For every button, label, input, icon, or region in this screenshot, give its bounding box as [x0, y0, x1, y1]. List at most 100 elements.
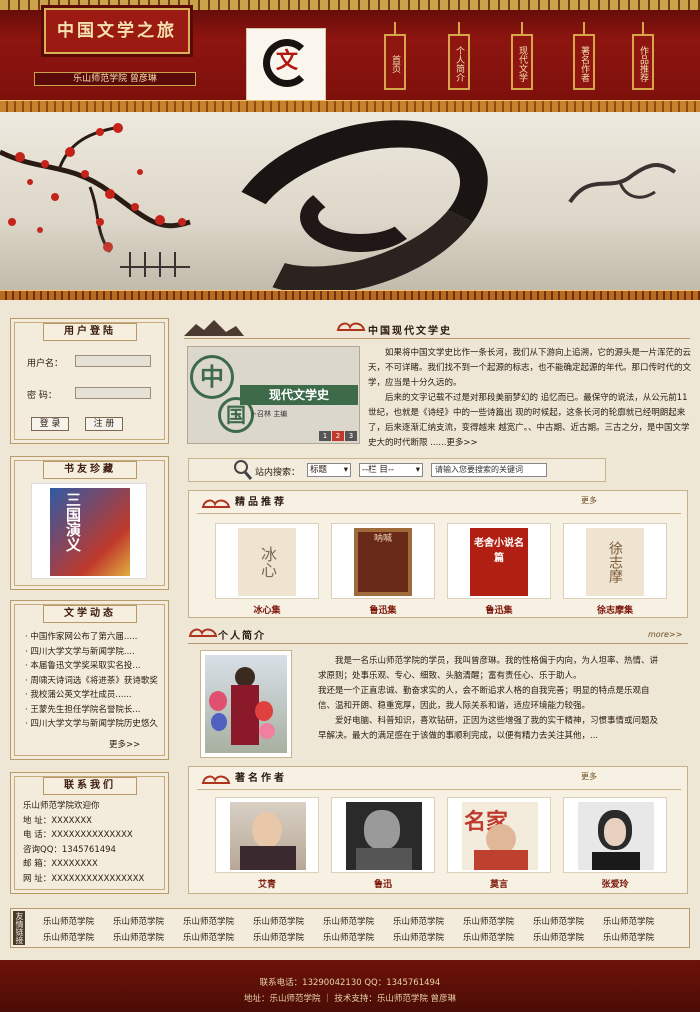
- profile-paragraph-2: 我还是一个正直忠诚、勤奋求实的人，会不断追求人格的自我完善；明显的特点是乐观自信…: [318, 686, 650, 711]
- cover-author: 卜召林 主编: [250, 410, 288, 418]
- search-category-select[interactable]: --栏 目-- ▾: [359, 463, 423, 477]
- divider: [188, 643, 688, 644]
- friend-link[interactable]: 乐山师范学院: [533, 931, 584, 943]
- site-footer: 联系电话：13290042130 QQ：1345761494 地址：乐山师范学院…: [0, 960, 700, 1012]
- chevron-down-icon: ▾: [343, 465, 348, 475]
- book-card[interactable]: 徐志摩: [563, 523, 667, 599]
- search-input[interactable]: 请输入您要搜索的关键词: [431, 463, 547, 477]
- login-panel: 用户登陆 用户名： 密 码： 登 录 注 册: [10, 318, 169, 444]
- book-label[interactable]: 鲁迅集: [331, 603, 435, 616]
- profile-more-link[interactable]: more>>: [648, 630, 682, 639]
- book-cover: 冰心: [238, 528, 296, 596]
- friend-link[interactable]: 乐山师范学院: [323, 915, 374, 927]
- nav-home[interactable]: 首页: [384, 22, 406, 90]
- authors-more-link[interactable]: 更多: [581, 771, 597, 782]
- book-card[interactable]: 冰心: [215, 523, 319, 599]
- news-list: · 中国作家网公布了第六届..... · 四川大学文学与新闻学院.... · 本…: [25, 630, 165, 732]
- book-collection-title: 书友珍藏: [43, 461, 137, 479]
- username-field[interactable]: [75, 355, 151, 367]
- author-name[interactable]: 鲁迅: [331, 877, 435, 890]
- nav-profile[interactable]: 个人简介: [448, 22, 470, 90]
- friend-link[interactable]: 乐山师范学院: [113, 915, 164, 927]
- site-subtitle: 乐山师范学院 曾彦琳: [34, 72, 196, 86]
- search-label: 站内搜索：: [255, 468, 301, 478]
- page-dot-1[interactable]: 1: [319, 431, 331, 441]
- contact-welcome: 乐山师范学院欢迎你: [23, 801, 100, 811]
- book-title: 三国演义: [64, 492, 82, 552]
- nav-modern-literature[interactable]: 现代文学: [511, 22, 533, 90]
- news-item[interactable]: · 四川大学文学与新闻学院历史悠久: [25, 717, 165, 732]
- contact-address: 地 址：XXXXXXX: [23, 815, 92, 826]
- book-cover: 徐志摩: [586, 528, 644, 596]
- friend-link[interactable]: 乐山师范学院: [463, 915, 514, 927]
- footer-address: 地址：乐山师范学院 ｜ 技术支持：乐山师范学院 曾彦琳: [243, 994, 457, 1004]
- friend-link[interactable]: 乐山师范学院: [253, 931, 304, 943]
- dragon-icon: [568, 163, 677, 204]
- friend-link[interactable]: 乐山师范学院: [183, 931, 234, 943]
- author-name[interactable]: 艾青: [215, 877, 319, 890]
- cloud-icon: [201, 775, 231, 784]
- book-label[interactable]: 鲁迅集: [447, 603, 551, 616]
- contact-qq: 咨询QQ：1345761494: [23, 844, 116, 855]
- author-photo: 名家: [462, 802, 538, 870]
- search-icon: [234, 460, 253, 480]
- username-label: 用户名：: [27, 359, 64, 369]
- news-item[interactable]: · 本届鲁迅文学奖采取实名投...: [25, 659, 165, 674]
- friend-link[interactable]: 乐山师范学院: [323, 931, 374, 943]
- friend-link[interactable]: 乐山师范学院: [463, 931, 514, 943]
- friend-link[interactable]: 乐山师范学院: [533, 915, 584, 927]
- author-card[interactable]: 名家: [447, 797, 551, 873]
- news-item[interactable]: · 我校蒲公英文学社成员......: [25, 688, 165, 703]
- contact-phone: 电 话：XXXXXXXXXXXXXX: [23, 830, 133, 840]
- authors-title: 著名作者: [235, 773, 287, 784]
- history-paragraph-1: 如果将中国文学史比作一条长河，我们从下游向上追溯，它的源头是一片浑茫的云天，不可…: [368, 348, 692, 388]
- friend-link[interactable]: 乐山师范学院: [393, 915, 444, 927]
- author-card[interactable]: [215, 797, 319, 873]
- book-label[interactable]: 冰心集: [215, 603, 319, 616]
- ink-swirl-inner: [300, 182, 420, 252]
- book-card[interactable]: 老舍小说名篇: [447, 523, 551, 599]
- friend-link[interactable]: 乐山师范学院: [603, 915, 654, 927]
- friend-link[interactable]: 乐山师范学院: [393, 931, 444, 943]
- author-card[interactable]: [331, 797, 435, 873]
- nav-famous-authors[interactable]: 著名作者: [573, 22, 595, 90]
- news-more-link[interactable]: 更多>>: [109, 738, 140, 750]
- register-button[interactable]: 注 册: [85, 417, 123, 431]
- password-field[interactable]: [75, 387, 151, 399]
- profile-paragraph-1: 我是一名乐山师范学院的学员，我叫曾彦琳。我的性格偏于内向，为人坦率、热情、讲求原…: [318, 656, 659, 681]
- cloud-icon: [188, 628, 218, 637]
- nav-recommended-works[interactable]: 作品推荐: [632, 22, 654, 90]
- news-item[interactable]: · 四川大学文学与新闻学院....: [25, 645, 165, 660]
- divider: [184, 338, 690, 339]
- page-dot-2[interactable]: 2: [332, 431, 344, 441]
- author-name[interactable]: 莫言: [447, 877, 551, 890]
- news-item[interactable]: · 中国作家网公布了第六届.....: [25, 630, 165, 645]
- book-cover: 呐喊: [354, 528, 412, 596]
- author-name[interactable]: 张爱玲: [563, 877, 667, 890]
- profile-paragraph-3: 爱好电脑、科普知识，喜欢钻研，正因为这些增强了我的实干精神，习惯事情或问题及早解…: [318, 716, 659, 741]
- contact-website: 网 址：XXXXXXXXXXXXXXXX: [23, 873, 145, 884]
- history-book-cover[interactable]: 中 国 现代文学史 卜召林 主编 1 2 3: [187, 346, 360, 444]
- author-card[interactable]: [563, 797, 667, 873]
- book-card[interactable]: 呐喊: [331, 523, 435, 599]
- page-dot-3[interactable]: 3: [345, 431, 357, 441]
- login-button[interactable]: 登 录: [31, 417, 69, 431]
- friend-link[interactable]: 乐山师范学院: [43, 915, 94, 927]
- login-title: 用户登陆: [43, 323, 137, 341]
- contact-title: 联系我们: [43, 777, 137, 795]
- profile-title: 个人简介: [218, 631, 266, 642]
- contact-info: 乐山师范学院欢迎你 地 址：XXXXXXX 电 话：XXXXXXXXXXXXXX…: [23, 799, 167, 886]
- news-item[interactable]: · 王蒙先生担任学院名誉院长...: [25, 703, 165, 718]
- recommended-more-link[interactable]: 更多: [581, 495, 597, 506]
- friend-link[interactable]: 乐山师范学院: [603, 931, 654, 943]
- recommended-section: 精品推荐 更多 冰心 呐喊 老舍小说名篇 徐志摩 冰心集 鲁迅集 鲁迅集 徐志摩…: [188, 490, 688, 618]
- friend-link[interactable]: 乐山师范学院: [183, 915, 234, 927]
- book-cover[interactable]: 三国演义: [31, 483, 147, 579]
- search-type-select[interactable]: 标题 ▾: [307, 463, 351, 477]
- book-label[interactable]: 徐志摩集: [563, 603, 667, 616]
- friend-link[interactable]: 乐山师范学院: [43, 931, 94, 943]
- friend-link[interactable]: 乐山师范学院: [113, 931, 164, 943]
- friend-link[interactable]: 乐山师范学院: [253, 915, 304, 927]
- news-item[interactable]: · 周啸天诗词选《将进茶》获诗歌奖: [25, 674, 165, 689]
- author-photo: [578, 802, 654, 870]
